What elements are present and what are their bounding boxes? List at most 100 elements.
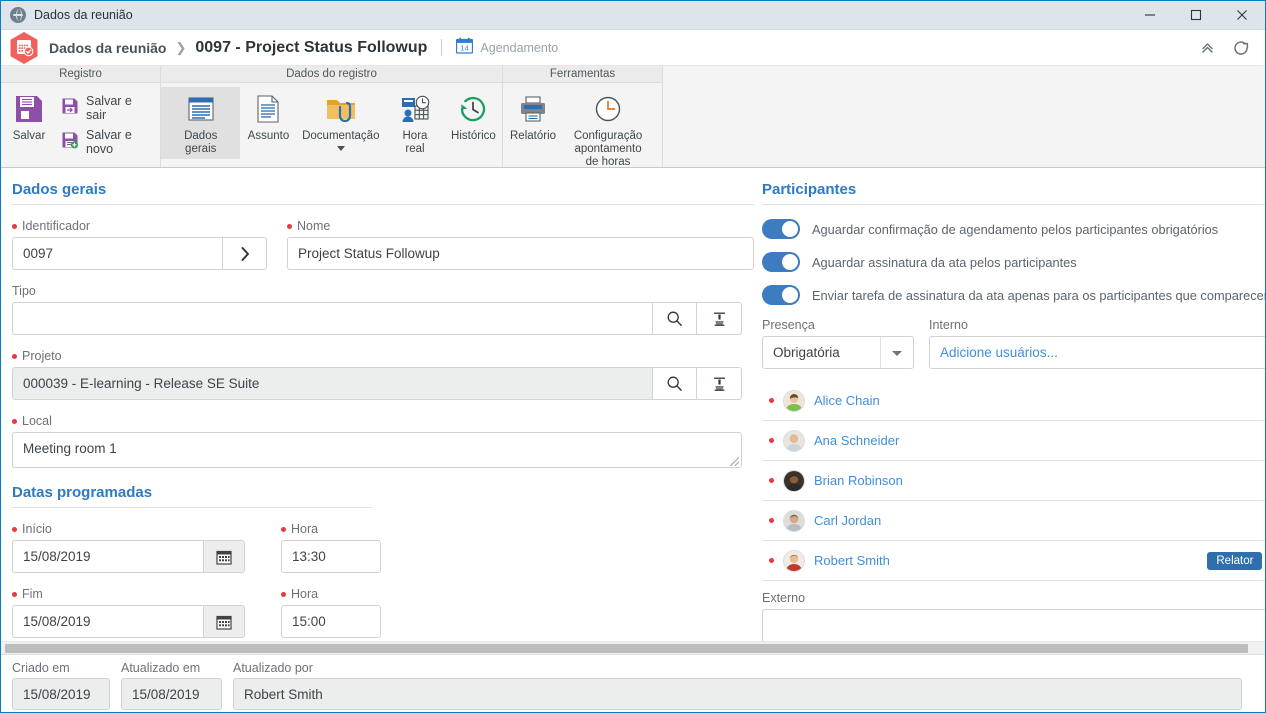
ribbon-button-hora-real[interactable]: Hora real [385, 87, 445, 156]
required-dot-icon [287, 223, 292, 229]
clock-config-icon [593, 89, 623, 129]
local-textarea[interactable]: Meeting room 1 [12, 432, 742, 468]
inicio-hora-input[interactable]: 13:30 [281, 540, 381, 573]
eraser-brush-icon[interactable] [697, 302, 742, 335]
save-floppy-icon [13, 89, 45, 129]
section-divider [12, 204, 754, 205]
externo-textarea[interactable] [762, 609, 1265, 643]
ribbon-button-documentacao[interactable]: Documentação [296, 87, 385, 151]
projeto-input[interactable]: 000039 - E-learning - Release SE Suite [12, 367, 652, 400]
ribbon-button-salvar-e-novo[interactable]: Salvar e novo [57, 125, 160, 159]
toggle-row-tarefa-assinatura[interactable]: Enviar tarefa de assinatura da ata apena… [762, 285, 1265, 305]
ribbon-button-configuracao-apontamento-de-horas[interactable]: Configuração apontamento de horas [563, 87, 653, 169]
toggle-label: Aguardar confirmação de agendamento pelo… [812, 221, 1219, 237]
scrollbar-thumb[interactable] [5, 644, 1248, 653]
identificador-input[interactable]: 0097 [12, 237, 222, 270]
nome-input[interactable]: Project Status Followup [287, 237, 754, 270]
record-footer: Criado em 15/08/2019 Atualizado em 15/08… [1, 654, 1265, 712]
participant-name[interactable]: Carl Jordan [814, 513, 1265, 528]
participants-pane: Participantes Aguardar confirmação de ag… [754, 168, 1265, 654]
chevron-down-icon[interactable] [336, 146, 345, 151]
close-button[interactable] [1219, 1, 1265, 30]
list-item[interactable]: Ana Schneider [762, 421, 1265, 461]
horizontal-scrollbar[interactable] [1, 641, 1265, 654]
ribbon-group-registro: Registro Salvar Salvar e sair Salvar e n… [1, 66, 161, 167]
tipo-input[interactable] [12, 302, 652, 335]
participant-name[interactable]: Alice Chain [814, 393, 1265, 408]
criado-em-value: 15/08/2019 [12, 678, 110, 710]
eraser-brush-icon[interactable] [697, 367, 742, 400]
interno-input[interactable]: Adicione usuários... [929, 336, 1265, 369]
ribbon-group-title: Dados do registro [161, 66, 502, 83]
chevron-double-up-icon[interactable] [1193, 34, 1221, 62]
externo-label: Externo [762, 591, 806, 605]
presenca-select[interactable]: Obrigatória [762, 336, 914, 369]
calendar-icon[interactable] [203, 540, 245, 573]
section-title-participantes: Participantes [762, 181, 857, 198]
magnifier-icon[interactable] [652, 302, 697, 335]
ribbon-filler [663, 66, 1265, 167]
chevron-down-icon[interactable] [892, 350, 902, 356]
ribbon-button-salvar-e-sair[interactable]: Salvar e sair [57, 91, 160, 125]
required-dot-icon [12, 526, 17, 532]
calendar-14-icon: 14 [456, 37, 474, 59]
reporter-badge[interactable]: Relator [1207, 551, 1263, 570]
required-dot-icon [12, 353, 17, 359]
maximize-button[interactable] [1173, 1, 1219, 30]
list-item[interactable]: Carl Jordan [762, 501, 1265, 541]
resize-handle[interactable] [730, 457, 739, 466]
toggle-switch[interactable] [762, 219, 800, 239]
ribbon-group-ferramentas: Ferramentas Relatório Configuração apont… [503, 66, 663, 169]
magnifier-icon[interactable] [652, 367, 697, 400]
interno-field-group: Interno Adicione usuários... [914, 318, 1265, 369]
chevron-right-icon[interactable] [222, 237, 267, 270]
ribbon-button-assunto[interactable]: Assunto [240, 87, 296, 143]
ribbon-button-label: Salvar e novo [86, 128, 132, 156]
ribbon-button-historico[interactable]: Histórico [445, 87, 502, 143]
inicio-date-input[interactable]: 15/08/2019 [12, 540, 203, 573]
required-dot-icon [12, 223, 17, 229]
identificador-label: Identificador [12, 219, 267, 233]
fim-hora-input[interactable]: 15:00 [281, 605, 381, 638]
label-text: Projeto [22, 349, 62, 363]
ribbon-button-relatorio[interactable]: Relatório [503, 87, 563, 143]
ribbon-group-dados-do-registro: Dados do registro Dados gerais Assunto D… [161, 66, 503, 167]
fim-field-group: Fim 15/08/2019 [12, 587, 245, 638]
ribbon-group-title: Ferramentas [503, 66, 662, 83]
toggle-switch[interactable] [762, 285, 800, 305]
select-divider [880, 337, 881, 368]
list-item[interactable]: Alice Chain [762, 381, 1265, 421]
window-controls [1127, 1, 1265, 30]
save-new-icon [61, 131, 79, 154]
local-label: Local [12, 414, 742, 428]
toggle-row-confirmacao[interactable]: Aguardar confirmação de agendamento pelo… [762, 219, 1265, 239]
fim-row: Fim 15/08/2019 Hora 15:00 [12, 587, 754, 638]
calendar-icon[interactable] [203, 605, 245, 638]
breadcrumb-separator: ❯ [175, 39, 187, 55]
required-dot-icon [769, 438, 774, 443]
schedule-link[interactable]: 14 Agendamento [456, 37, 558, 59]
participant-name[interactable]: Ana Schneider [814, 433, 1265, 448]
atualizado-por-label: Atualizado por [233, 661, 313, 675]
participant-name[interactable]: Brian Robinson [814, 473, 1265, 488]
list-item[interactable]: Robert Smith Relator [762, 541, 1265, 581]
ribbon-button-salvar[interactable]: Salvar [1, 87, 57, 143]
ribbon-button-label: Salvar e sair [86, 94, 132, 122]
subject-document-icon [255, 89, 281, 129]
minimize-button[interactable] [1127, 1, 1173, 30]
criado-em-label: Criado em [12, 661, 70, 675]
page-title: 0097 - Project Status Followup [195, 38, 428, 56]
ribbon-button-dados-gerais[interactable]: Dados gerais [161, 87, 241, 159]
breadcrumb-root[interactable]: Dados da reunião [49, 40, 166, 56]
fim-date-input[interactable]: 15/08/2019 [12, 605, 203, 638]
general-data-icon [186, 89, 216, 129]
list-item[interactable]: Brian Robinson [762, 461, 1265, 501]
interno-label: Interno [929, 318, 968, 332]
toggle-row-assinatura[interactable]: Aguardar assinatura da ata pelos partici… [762, 252, 1265, 272]
participant-name[interactable]: Robert Smith [814, 553, 1207, 568]
avatar [783, 429, 805, 452]
refresh-icon[interactable] [1227, 34, 1255, 62]
ribbon-group-title: Registro [1, 66, 160, 83]
toggle-switch[interactable] [762, 252, 800, 272]
nome-field-group: Nome Project Status Followup [287, 219, 754, 270]
